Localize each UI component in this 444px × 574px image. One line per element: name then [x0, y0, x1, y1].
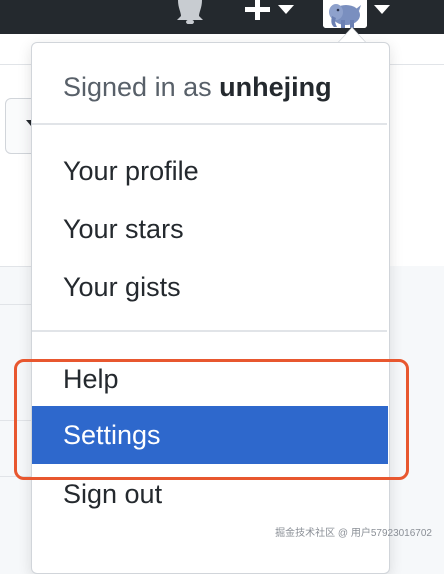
- menu-item-sign-out[interactable]: Sign out: [32, 470, 387, 518]
- avatar-elephant-icon: [323, 0, 367, 28]
- menu-item-label: Help: [63, 364, 119, 394]
- chevron-down-icon[interactable]: [276, 4, 296, 16]
- menu-divider: [32, 330, 387, 332]
- menu-item-your-stars[interactable]: Your stars: [32, 205, 387, 253]
- menu-item-label: Your profile: [63, 156, 199, 186]
- bell-icon[interactable]: [172, 0, 208, 24]
- menu-item-your-profile[interactable]: Your profile: [32, 147, 387, 195]
- page-side-panel: [386, 266, 444, 554]
- top-header-bar: [0, 0, 444, 34]
- menu-item-label: Your stars: [63, 214, 184, 244]
- avatar[interactable]: [323, 0, 367, 28]
- menu-item-your-gists[interactable]: Your gists: [32, 263, 387, 311]
- menu-divider: [32, 123, 387, 125]
- watermark: 掘金技术社区 @ 用户57923016702: [275, 528, 432, 539]
- signed-in-username: unhejing: [219, 72, 332, 102]
- menu-item-label: Settings: [63, 420, 161, 450]
- menu-item-help[interactable]: Help: [32, 355, 387, 403]
- plus-icon[interactable]: [240, 0, 276, 22]
- signed-in-header: Signed in as unhejing: [63, 70, 332, 104]
- menu-item-settings[interactable]: Settings: [32, 406, 388, 464]
- chevron-down-icon[interactable]: [371, 4, 393, 16]
- menu-item-label: Sign out: [63, 479, 163, 509]
- menu-pointer: [339, 28, 365, 42]
- signed-in-prefix: Signed in as: [63, 72, 212, 102]
- menu-item-label: Your gists: [63, 272, 181, 302]
